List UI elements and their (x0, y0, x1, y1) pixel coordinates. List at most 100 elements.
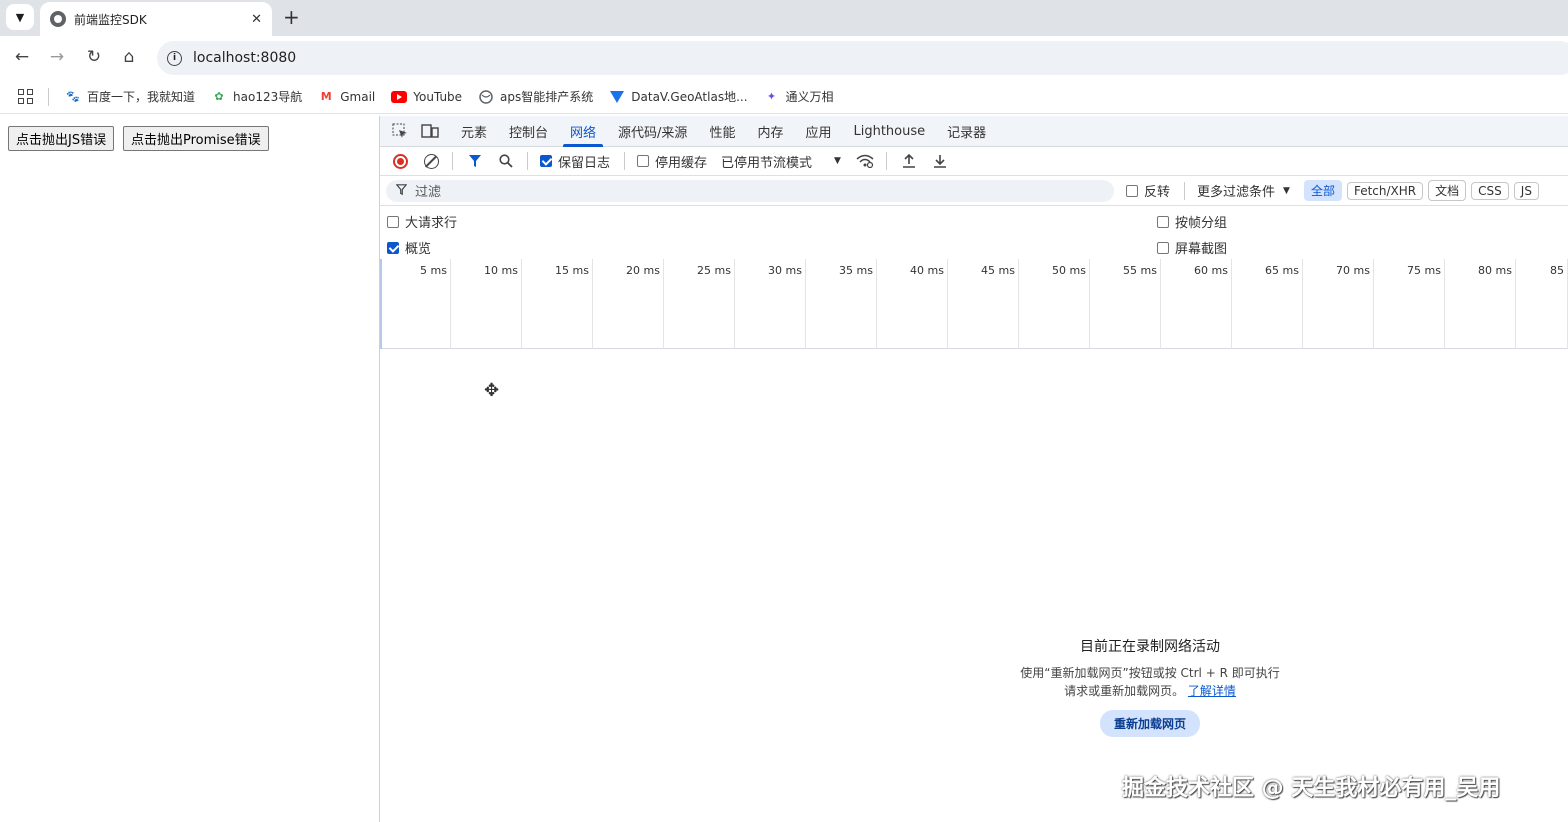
timeline-tick-label: 10 ms (484, 264, 518, 277)
filter-funnel-icon[interactable] (465, 151, 485, 171)
gmail-icon: M (320, 90, 332, 103)
checkbox-unchecked[interactable] (1157, 215, 1169, 228)
upload-icon[interactable] (899, 151, 919, 171)
timeline-tick: 50 ms (1019, 259, 1090, 349)
bookmark-gmail[interactable]: M Gmail (318, 89, 376, 105)
timeline-tick: 60 ms (1161, 259, 1232, 349)
filter-chip-js[interactable]: JS (1513, 181, 1539, 200)
bookmark-datav[interactable]: DataV.GeoAtlas地... (609, 88, 748, 105)
tab-console[interactable]: 控制台 (498, 116, 559, 147)
filter-chip-fetch-xhr[interactable]: Fetch/XHR (1346, 181, 1424, 200)
filter-separator (1184, 181, 1186, 200)
checkbox-unchecked[interactable] (1126, 184, 1138, 197)
network-conditions-icon[interactable] (855, 151, 875, 171)
site-info-icon[interactable]: i (167, 50, 182, 66)
timeline-tick: 80 ms (1445, 259, 1516, 349)
reload-icon[interactable]: ↻ (83, 47, 105, 67)
checkbox-checked[interactable] (540, 155, 552, 167)
timeline-tick: 65 ms (1232, 259, 1303, 349)
reload-page-button[interactable]: 重新加载网页 (1099, 710, 1200, 737)
filter-row: 过滤 反转 更多过滤条件 ▼ 全部 Fetch/XHR 文档 CSS JS (380, 176, 1568, 206)
tab-close-button[interactable]: ✕ (251, 12, 262, 27)
back-arrow-icon[interactable]: ← (11, 47, 33, 67)
tab-recorder[interactable]: 记录器 (936, 116, 997, 147)
filter-chip-doc[interactable]: 文档 (1428, 180, 1467, 201)
timeline-tick-label: 75 ms (1407, 264, 1441, 277)
timeline-tick-label: 55 ms (1123, 264, 1157, 277)
timeline-tick: 25 ms (664, 259, 735, 349)
filter-chip-css[interactable]: CSS (1471, 181, 1509, 200)
timeline-tick-label: 30 ms (768, 264, 802, 277)
overview-option[interactable]: 概览 (387, 238, 431, 257)
tab-application[interactable]: 应用 (794, 116, 842, 147)
overview-timeline[interactable]: 5 ms 10 ms 15 ms 20 ms 25 ms 30 ms 35 ms 40 ms 4… (380, 259, 1568, 349)
timeline-tick-label: 45 ms (981, 264, 1015, 277)
record-icon[interactable] (390, 151, 410, 171)
bookmarks-separator (48, 87, 49, 106)
tab-strip: ▼ 前端监控SDK ✕ + (0, 0, 1568, 36)
forward-arrow-icon[interactable]: → (46, 47, 68, 67)
clear-icon[interactable] (421, 151, 441, 171)
throw-js-error-button[interactable]: 点击抛出JS错误 (8, 126, 115, 151)
screenshots-option[interactable]: 屏幕截图 (1157, 238, 1227, 257)
dropdown-arrow-icon: ▼ (1283, 185, 1290, 196)
timeline-tick: 85 (1516, 259, 1568, 349)
invert-checkbox[interactable]: 反转 (1126, 181, 1170, 200)
tab-performance[interactable]: 性能 (698, 116, 746, 147)
timeline-tick: 40 ms (877, 259, 948, 349)
search-icon[interactable] (496, 151, 516, 171)
device-toolbar-icon[interactable] (420, 121, 440, 141)
filter-chip-all[interactable]: 全部 (1303, 180, 1342, 201)
timeline-tick: 15 ms (522, 259, 593, 349)
checkbox-checked[interactable] (387, 241, 399, 254)
bookmark-tongyi[interactable]: ✦ 通义万相 (764, 88, 834, 105)
checkbox-unchecked[interactable] (1157, 241, 1169, 254)
inspect-element-icon[interactable] (390, 121, 410, 141)
tab-sources[interactable]: 源代码/来源 (607, 116, 698, 147)
apps-grid-icon[interactable] (18, 88, 34, 105)
timeline-tick: 35 ms (806, 259, 877, 349)
filter-placeholder: 过滤 (415, 185, 442, 200)
bookmark-baidu[interactable]: 🐾 百度一下，我就知道 (65, 88, 195, 105)
timeline-tick: 10 ms (451, 259, 522, 349)
new-tab-button[interactable]: + (283, 5, 300, 29)
preserve-log-checkbox[interactable]: 保留日志 (540, 152, 610, 171)
disable-cache-checkbox[interactable]: 停用缓存 (637, 152, 707, 171)
learn-more-link[interactable]: 了解详情 (1188, 684, 1236, 698)
big-request-rows-option[interactable]: 大请求行 (387, 212, 457, 231)
tab-search-button[interactable]: ▼ (6, 4, 34, 30)
devtools-panel: 元素 控制台 网络 源代码/来源 性能 内存 应用 Lighthouse 记录器… (380, 116, 1568, 822)
checkbox-unchecked[interactable] (387, 215, 399, 228)
timeline-tick: 20 ms (593, 259, 664, 349)
checkbox-unchecked[interactable] (637, 155, 650, 167)
tab-memory[interactable]: 内存 (746, 116, 794, 147)
timeline-tick-label: 40 ms (910, 264, 944, 277)
timeline-tick: 75 ms (1374, 259, 1445, 349)
filter-funnel-icon (395, 183, 408, 198)
more-filters-dropdown[interactable]: 更多过滤条件 ▼ (1197, 181, 1290, 200)
throttling-select[interactable]: 已停用节流模式 ▼ (721, 152, 841, 171)
tab-lighthouse[interactable]: Lighthouse (842, 116, 936, 147)
throw-promise-error-button[interactable]: 点击抛出Promise错误 (123, 126, 269, 151)
toolbar-separator (624, 152, 626, 170)
timeline-tick-label: 60 ms (1194, 264, 1228, 277)
group-by-frame-option[interactable]: 按帧分组 (1157, 212, 1227, 231)
browser-tab[interactable]: 前端监控SDK ✕ (40, 2, 272, 36)
tab-network[interactable]: 网络 (559, 116, 607, 147)
bookmark-youtube[interactable]: YouTube (391, 89, 462, 105)
tab-elements[interactable]: 元素 (450, 116, 498, 147)
filter-input[interactable]: 过滤 (386, 179, 1114, 202)
empty-state-text: 使用“重新加载网页”按钮或按 Ctrl + R 即可执行 请求或重新加载网页。 … (1020, 666, 1280, 698)
browser-toolbar: ← → ↻ ⌂ i localhost:8080 (0, 36, 1568, 80)
timeline-tick: 70 ms (1303, 259, 1374, 349)
timeline-tick-label: 70 ms (1336, 264, 1370, 277)
bookmark-hao123[interactable]: ✿ hao123导航 (211, 88, 302, 105)
home-icon[interactable]: ⌂ (118, 47, 140, 67)
bookmark-aps[interactable]: aps智能排产系统 (478, 88, 593, 105)
paw-icon: 🐾 (66, 90, 80, 103)
address-bar[interactable]: i localhost:8080 (157, 41, 1568, 75)
timeline-tick: 30 ms (735, 259, 806, 349)
timeline-tick-label: 20 ms (626, 264, 660, 277)
timeline-tick-label: 65 ms (1265, 264, 1299, 277)
download-icon[interactable] (930, 151, 950, 171)
